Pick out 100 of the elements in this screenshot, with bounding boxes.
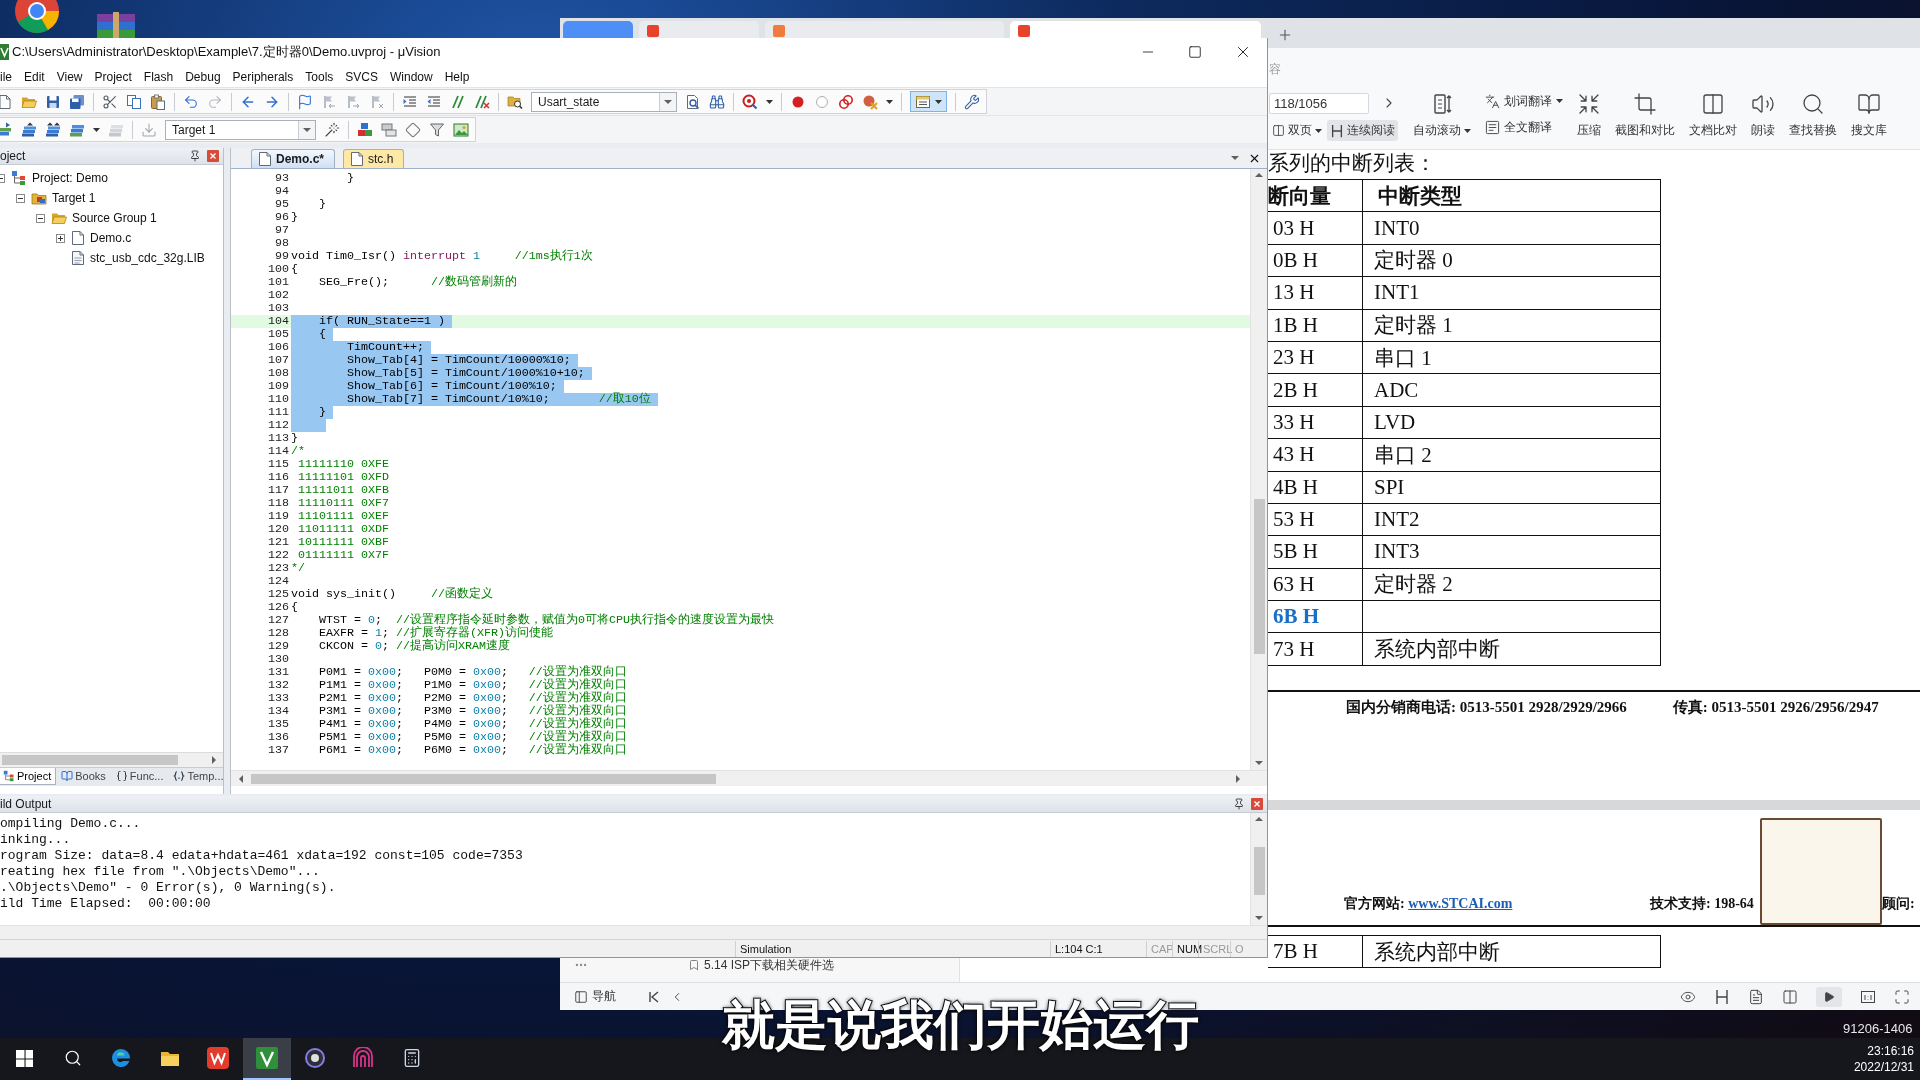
toolbar-button[interactable]: 全文翻译 xyxy=(1485,118,1563,136)
toolbar-button[interactable]: 截图和对比 xyxy=(1615,92,1675,139)
caret-icon[interactable] xyxy=(93,127,100,132)
search-icon[interactable] xyxy=(63,1049,82,1067)
magic-wand-icon[interactable] xyxy=(324,121,340,138)
panel-tab[interactable]: Temp... xyxy=(168,768,229,785)
maximize-icon[interactable] xyxy=(1188,45,1202,59)
table-link[interactable]: 6B H xyxy=(1273,604,1320,630)
file-tab[interactable]: stc.h xyxy=(343,149,405,168)
taskbar-button[interactable] xyxy=(242,1038,291,1080)
menu-item[interactable]: Peripherals xyxy=(232,69,294,84)
single-page-icon[interactable] xyxy=(1748,988,1764,1005)
scroll-right-icon[interactable] xyxy=(1233,773,1243,784)
tree-item[interactable]: Demo.c xyxy=(90,231,132,245)
scroll-down-icon[interactable] xyxy=(1254,913,1264,923)
find-combo[interactable]: Usart_state xyxy=(531,91,677,112)
toolbar-button[interactable]: 搜文库 xyxy=(1851,92,1887,139)
undo-icon[interactable] xyxy=(183,93,199,110)
ring-icon[interactable] xyxy=(304,1047,327,1069)
menu-item[interactable]: ile xyxy=(0,69,12,84)
toolbar-button[interactable]: 压缩 xyxy=(1577,92,1601,139)
new-file-icon[interactable] xyxy=(0,93,13,110)
menu-item[interactable]: Flash xyxy=(143,69,174,84)
plus-box-icon[interactable] xyxy=(56,233,65,243)
play-button[interactable] xyxy=(1816,986,1842,1007)
scrollbar-thumb[interactable] xyxy=(251,773,716,784)
colored-blocks-icon[interactable] xyxy=(357,121,373,138)
four-squares-icon[interactable] xyxy=(15,1049,33,1067)
file-tab[interactable]: Demo.c* xyxy=(251,149,336,168)
tree-item[interactable]: Source Group 1 xyxy=(72,211,157,225)
folder-search-icon[interactable] xyxy=(507,93,523,110)
breakpoint-cross-icon[interactable] xyxy=(862,93,878,110)
panel-tab[interactable]: Books xyxy=(56,768,111,785)
picture-icon[interactable] xyxy=(453,121,469,138)
scrollbar-thumb[interactable] xyxy=(1253,847,1265,895)
window-icon[interactable] xyxy=(915,93,931,110)
two-rings-icon[interactable] xyxy=(838,93,854,110)
scissors-icon[interactable] xyxy=(102,93,118,110)
comment-slashes-icon[interactable] xyxy=(450,93,466,110)
dropdown-arrow-icon[interactable] xyxy=(1230,153,1240,163)
menu-item[interactable]: Edit xyxy=(24,69,45,84)
menu-item[interactable]: Debug xyxy=(185,69,221,84)
tree-item[interactable]: stc_usb_cdc_32g.LIB xyxy=(90,251,205,265)
panel-tab[interactable]: Project xyxy=(0,768,57,785)
scrollbar-thumb[interactable] xyxy=(2,755,178,765)
view-button[interactable]: 双页 xyxy=(1269,120,1325,141)
view-button[interactable]: 连续阅读 xyxy=(1327,120,1398,141)
rebuild-stack-icon[interactable] xyxy=(45,121,61,138)
menu-item[interactable]: SVCS xyxy=(345,69,378,84)
wrench-icon[interactable] xyxy=(964,93,980,110)
minus-box-icon[interactable] xyxy=(36,213,45,223)
stacked-pages-icon[interactable] xyxy=(381,121,397,138)
double-page-icon[interactable] xyxy=(1782,988,1798,1005)
uncomment-slashes-icon[interactable] xyxy=(474,93,490,110)
document-tab[interactable] xyxy=(639,21,759,38)
minus-box-icon[interactable] xyxy=(16,193,25,203)
toolbar-button[interactable]: 划词翻译 xyxy=(1485,92,1563,110)
save-icon[interactable] xyxy=(45,93,61,110)
diamond-icon[interactable] xyxy=(405,121,421,138)
tree-item[interactable]: Target 1 xyxy=(52,191,96,205)
binoculars-icon[interactable] xyxy=(709,93,725,110)
caret-icon[interactable] xyxy=(1464,128,1471,133)
v-tile-icon[interactable] xyxy=(255,1047,278,1069)
panel-tab[interactable]: Func... xyxy=(110,768,169,785)
save-all-icon[interactable] xyxy=(69,93,85,110)
scrollbar-thumb[interactable] xyxy=(1253,499,1265,654)
navigation-button[interactable]: 导航 xyxy=(574,988,616,1005)
caret-icon[interactable] xyxy=(935,99,942,104)
flag-icon[interactable] xyxy=(297,93,313,110)
page-number-field[interactable]: 118/1056 xyxy=(1269,92,1369,114)
menu-item[interactable]: Help xyxy=(444,69,470,84)
fit-width-icon[interactable] xyxy=(1714,988,1730,1005)
menu-item[interactable]: View xyxy=(56,69,83,84)
caret-icon[interactable] xyxy=(886,99,893,104)
funnel-icon[interactable] xyxy=(429,121,445,138)
tree-item[interactable]: Project: Demo xyxy=(32,171,109,185)
pin-icon[interactable] xyxy=(189,150,201,162)
caret-icon[interactable] xyxy=(1315,128,1322,133)
indent-icon[interactable] xyxy=(402,93,418,110)
outdent-icon[interactable] xyxy=(426,93,442,110)
horizontal-scrollbar[interactable] xyxy=(0,925,1267,939)
menu-item[interactable]: Tools xyxy=(305,69,334,84)
window-layout-button[interactable] xyxy=(910,91,947,112)
document-tab[interactable] xyxy=(1010,21,1261,38)
zigzag-tile-icon[interactable] xyxy=(207,1047,230,1069)
scroll-down-icon[interactable] xyxy=(1254,758,1264,768)
menu-item[interactable]: Window xyxy=(390,69,433,84)
target-combo[interactable]: Target 1 xyxy=(165,119,316,140)
swirl-icon[interactable] xyxy=(110,1047,133,1069)
first-page-icon[interactable] xyxy=(648,990,660,1003)
toolbar-button[interactable]: 查找替换 xyxy=(1789,92,1837,139)
debug-magnifier-icon[interactable] xyxy=(742,93,758,110)
translate-stack-icon[interactable] xyxy=(0,121,13,138)
pin-icon[interactable] xyxy=(1233,798,1245,810)
caret-icon[interactable] xyxy=(766,99,773,104)
round-logo-icon[interactable] xyxy=(14,0,60,34)
arches-icon[interactable] xyxy=(352,1047,375,1069)
copy-icon[interactable] xyxy=(126,93,142,110)
caret-icon[interactable] xyxy=(1556,99,1563,103)
toolbar-button[interactable]: 文档比对 xyxy=(1689,92,1737,139)
